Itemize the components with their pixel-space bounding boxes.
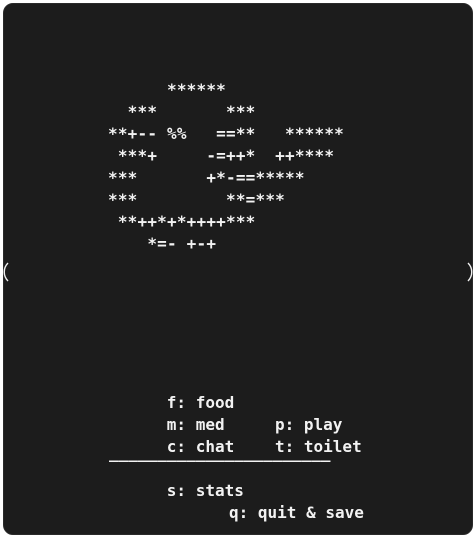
footer-row: s: stats q: quit & save bbox=[109, 458, 364, 534]
left-edge-curve-mark bbox=[3, 262, 9, 282]
terminal-screen: ****** *** *** **+-- %% ==** ****** ***+… bbox=[4, 4, 472, 534]
menu-item-stats[interactable]: s: stats bbox=[167, 481, 244, 500]
pet-ascii-art: ****** *** *** **+-- %% ==** ****** ***+… bbox=[108, 80, 344, 253]
right-edge-curve-mark bbox=[467, 262, 473, 282]
menu-item-quit-save[interactable]: q: quit & save bbox=[229, 502, 364, 524]
terminal-window: ****** *** *** **+-- %% ==** ****** ***+… bbox=[3, 3, 473, 535]
menu-item-play[interactable]: p: play bbox=[275, 414, 342, 436]
